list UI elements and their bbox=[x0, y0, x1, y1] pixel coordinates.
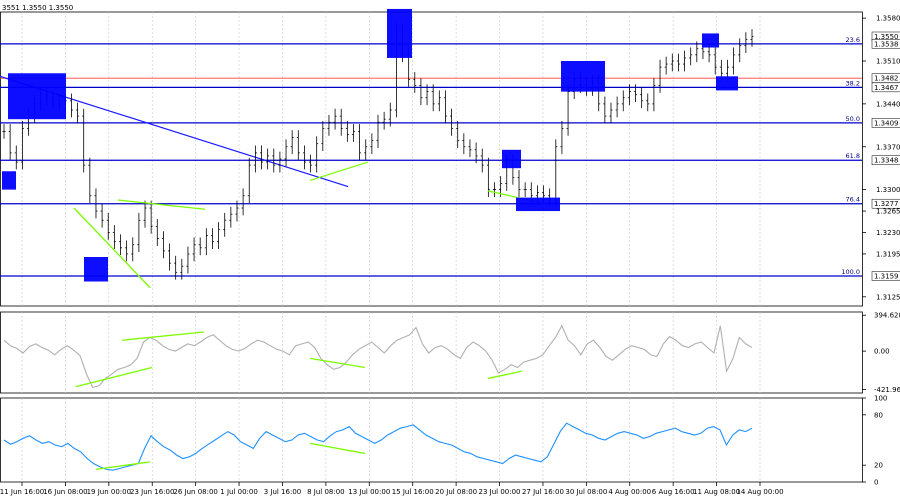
x-tick-label: 4 Aug 00:00 bbox=[608, 488, 651, 496]
y-tick-label: 1.3125 bbox=[876, 293, 900, 301]
price-tag-label: 1.3482 bbox=[874, 75, 899, 83]
y-tick-label: 394.6289 bbox=[874, 312, 900, 320]
y-tick-label: 1.3440 bbox=[876, 100, 900, 108]
y-tick-label: 80 bbox=[874, 411, 883, 419]
fib-level-label: 38.2 bbox=[846, 79, 860, 87]
y-tick-label: -421.9616 bbox=[874, 386, 900, 394]
fib-level-label: 23.6 bbox=[846, 36, 860, 44]
ohlc-header: 3551 1.3550 1.3550 bbox=[2, 4, 73, 12]
y-tick-label: 1.3195 bbox=[876, 250, 900, 258]
x-tick-label: 14 Aug 00:00 bbox=[736, 488, 783, 496]
marker-box bbox=[8, 73, 66, 120]
y-tick-label: 1.3370 bbox=[876, 143, 900, 151]
x-tick-label: 11 Jun 16:00 bbox=[0, 488, 44, 496]
x-tick-label: 23 Jul 00:00 bbox=[479, 488, 521, 496]
marker-box bbox=[702, 33, 719, 48]
price-tag-label: 1.3467 bbox=[874, 84, 899, 92]
price-tag-label: 1.3277 bbox=[874, 200, 899, 208]
x-tick-label: 3 Jul 16:00 bbox=[264, 488, 302, 496]
x-tick-label: 1 Jul 00:00 bbox=[220, 488, 258, 496]
fib-level-label: 61.8 bbox=[846, 152, 860, 160]
marker-box bbox=[387, 8, 412, 58]
price-tag-label: 1.3538 bbox=[874, 40, 899, 48]
y-tick-label: 1.3230 bbox=[876, 229, 900, 237]
fib-level-label: 50.0 bbox=[846, 115, 860, 123]
x-tick-label: 19 Jun 00:00 bbox=[87, 488, 131, 496]
x-tick-label: 27 Jul 16:00 bbox=[522, 488, 564, 496]
price-tag-label: 1.3348 bbox=[874, 157, 899, 165]
x-tick-label: 23 Jun 16:00 bbox=[130, 488, 174, 496]
y-tick-label: 0.00 bbox=[874, 348, 890, 356]
marker-box bbox=[516, 197, 560, 212]
y-tick-label: 0 bbox=[874, 479, 878, 487]
marker-box bbox=[502, 149, 521, 169]
y-tick-label: 1.3265 bbox=[876, 208, 900, 216]
chart-background bbox=[0, 0, 900, 500]
x-tick-label: 11 Aug 08:00 bbox=[693, 488, 740, 496]
x-tick-label: 6 Aug 16:00 bbox=[652, 488, 695, 496]
y-tick-label: 1.3300 bbox=[876, 186, 900, 194]
fib-level-label: 100.0 bbox=[841, 268, 860, 276]
y-tick-label: 100 bbox=[874, 395, 887, 403]
x-tick-label: 30 Jul 08:00 bbox=[565, 488, 607, 496]
x-tick-label: 13 Jul 00:00 bbox=[348, 488, 390, 496]
marker-box bbox=[561, 61, 605, 92]
y-tick-label: 1.3580 bbox=[876, 15, 900, 23]
y-tick-label: 1.3510 bbox=[876, 58, 900, 66]
x-tick-label: 26 Jun 08:00 bbox=[173, 488, 217, 496]
y-tick-label: 20 bbox=[874, 462, 883, 470]
price-tag-label: 1.3159 bbox=[874, 272, 899, 280]
x-tick-label: 20 Jul 08:00 bbox=[435, 488, 477, 496]
marker-box bbox=[84, 257, 108, 282]
x-tick-label: 16 Jun 08:00 bbox=[43, 488, 87, 496]
marker-box bbox=[2, 171, 16, 190]
price-tag-label: 1.3409 bbox=[874, 119, 899, 127]
x-tick-label: 15 Jul 16:00 bbox=[392, 488, 434, 496]
x-tick-label: 8 Jul 08:00 bbox=[307, 488, 345, 496]
marker-box bbox=[716, 76, 738, 91]
fib-level-label: 76.4 bbox=[846, 196, 860, 204]
forex-chart: 3551 1.3550 1.3550 23.6 38.2 50.0 61.8 76.4 1… bbox=[0, 0, 900, 500]
